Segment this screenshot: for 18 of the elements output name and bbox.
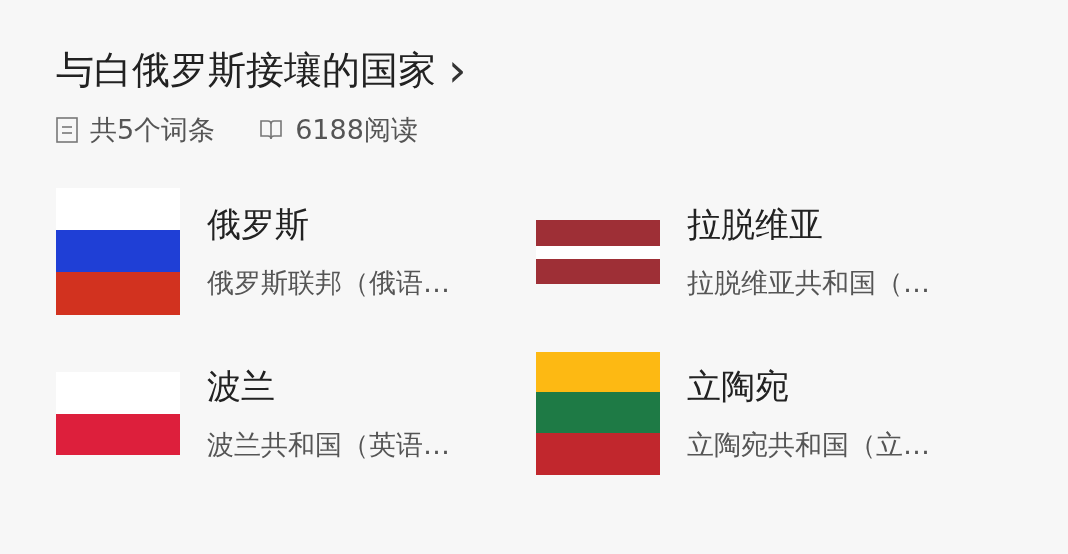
country-name[interactable]: 拉脱维亚 xyxy=(687,202,930,245)
country-name[interactable]: 俄罗斯 xyxy=(207,202,450,245)
book-icon xyxy=(259,119,284,142)
country-description: 俄罗斯联邦（俄语… xyxy=(207,265,450,300)
country-description: 波兰共和国（英语… xyxy=(207,427,450,462)
flag-icon xyxy=(56,188,180,315)
meta-text: 共5个词条 xyxy=(90,113,216,147)
chevron-icon[interactable]: › xyxy=(448,40,467,100)
country-description: 拉脱维亚共和国（… xyxy=(687,265,930,300)
country-name[interactable]: 波兰 xyxy=(207,364,450,407)
country-name[interactable]: 立陶宛 xyxy=(687,364,930,407)
flag-icon xyxy=(56,372,180,455)
list-icon xyxy=(56,117,78,144)
country-description: 立陶宛共和国（立… xyxy=(687,427,930,462)
page-title: 与白俄罗斯接壤的国家 xyxy=(56,47,436,94)
flag-icon xyxy=(536,219,660,284)
meta-text: 6188阅读 xyxy=(295,113,418,147)
flag-icon xyxy=(536,352,660,475)
